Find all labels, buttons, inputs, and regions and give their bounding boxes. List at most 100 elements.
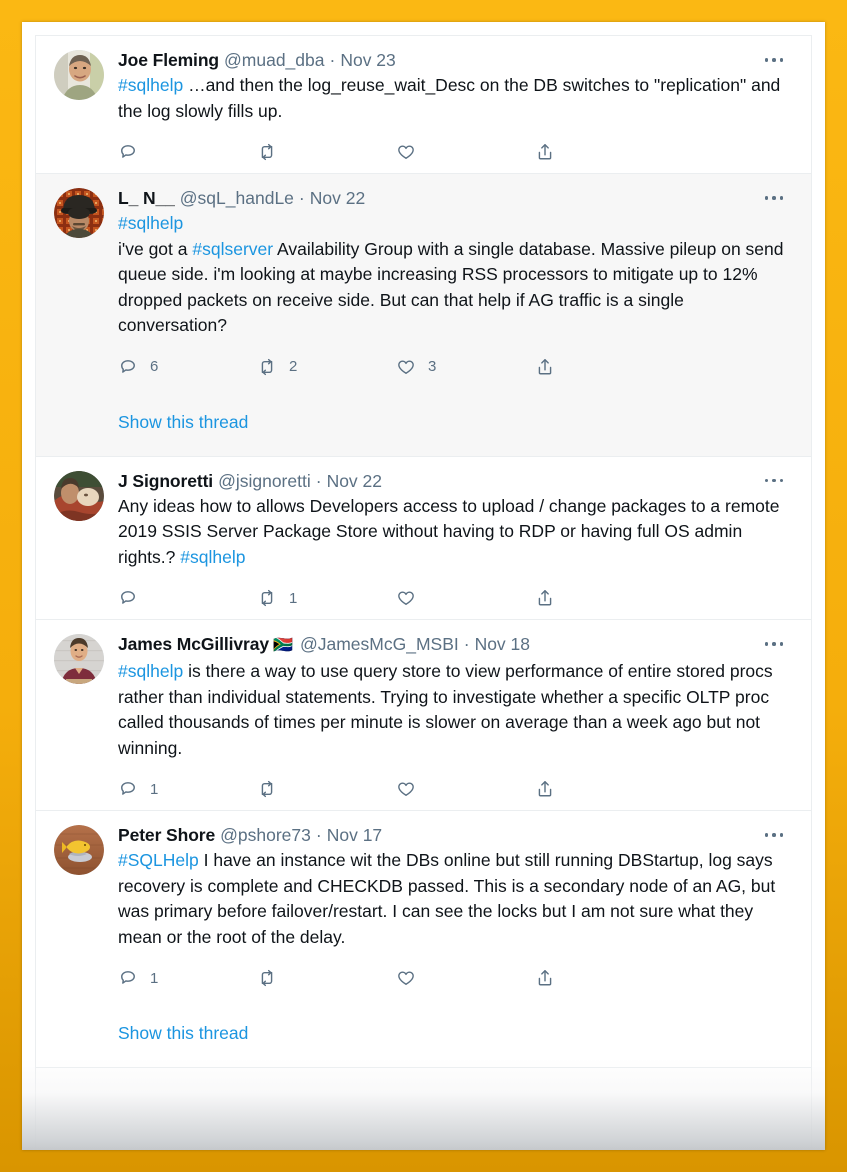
more-options-icon[interactable] — [759, 188, 789, 208]
tweet-text: Any ideas how to allows Developers acces… — [118, 494, 789, 571]
show-this-thread-link[interactable]: Show this thread — [36, 999, 811, 1068]
user-handle[interactable]: @pshore73 — [215, 823, 311, 847]
retweet-action[interactable]: 1 — [257, 588, 396, 608]
display-name[interactable]: J Signoretti — [118, 469, 213, 493]
share-icon — [535, 968, 555, 988]
display-name[interactable]: Joe Fleming — [118, 48, 219, 72]
retweet-action[interactable] — [257, 142, 396, 162]
reply-count: 1 — [150, 971, 158, 986]
tweet-body: L_ N__ @sqL_handLe · Nov 22 #sqlhelp i've… — [118, 186, 795, 384]
reply-action[interactable]: 6 — [118, 357, 257, 377]
tweet-actions: 1 — [118, 772, 674, 806]
tweet-text-run: i've got a — [118, 239, 192, 259]
avatar-james-mcgillivray[interactable] — [54, 634, 104, 684]
hashtag-link[interactable]: #sqlhelp — [118, 213, 183, 233]
tweet-actions: 1 — [118, 581, 674, 615]
display-name[interactable]: Peter Shore — [118, 823, 215, 847]
reply-action[interactable] — [118, 588, 257, 608]
avatar-l-n[interactable] — [54, 188, 104, 238]
tweet-body: James McGillivray 🇿🇦 @JamesMcG_MSBI · No… — [118, 632, 795, 806]
more-dot — [772, 58, 776, 62]
avatar-joe-fleming[interactable] — [54, 50, 104, 100]
retweet-icon — [257, 968, 277, 988]
share-action[interactable] — [535, 357, 674, 377]
tweet-text-run: …and then the log_reuse_wait_Desc on the… — [118, 75, 780, 121]
more-dot — [765, 642, 769, 646]
more-options-icon[interactable] — [759, 50, 789, 70]
reply-action[interactable]: 1 — [118, 968, 257, 988]
tweet-text-run: is there a way to use query store to vie… — [118, 661, 773, 758]
like-action[interactable] — [396, 588, 535, 608]
header-separator: · — [325, 48, 341, 72]
like-action[interactable] — [396, 968, 535, 988]
tweet-date[interactable]: Nov 17 — [327, 823, 382, 847]
tweet-tweet-joe-fleming[interactable]: Joe Fleming @muad_dba · Nov 23 #sqlhelp … — [36, 36, 811, 174]
share-action[interactable] — [535, 968, 674, 988]
user-handle[interactable]: @jsignoretti — [213, 469, 311, 493]
hashtag-link[interactable]: #sqlserver — [192, 239, 273, 259]
like-action[interactable] — [396, 779, 535, 799]
more-dot — [765, 196, 769, 200]
header-separator: · — [311, 823, 327, 847]
like-action[interactable]: 3 — [396, 357, 535, 377]
tweet-header: L_ N__ @sqL_handLe · Nov 22 — [118, 186, 789, 210]
more-options-icon[interactable] — [759, 634, 789, 654]
reply-icon — [118, 968, 138, 988]
tweet-actions: 1 — [118, 961, 674, 995]
retweet-icon — [257, 588, 277, 608]
tweet-date[interactable]: Nov 23 — [340, 48, 395, 72]
avatar-peter-shore[interactable] — [54, 825, 104, 875]
reply-icon — [118, 357, 138, 377]
tweet-tweet-james-mcgillivray[interactable]: James McGillivray 🇿🇦 @JamesMcG_MSBI · No… — [36, 620, 811, 811]
share-icon — [535, 142, 555, 162]
retweet-icon — [257, 779, 277, 799]
user-handle[interactable]: @JamesMcG_MSBI — [295, 632, 459, 656]
more-dot — [765, 833, 769, 837]
retweet-action[interactable] — [257, 968, 396, 988]
more-dot — [765, 479, 769, 483]
like-action[interactable] — [396, 142, 535, 162]
hashtag-link[interactable]: #sqlhelp — [118, 75, 183, 95]
tweet-tweet-l-n[interactable]: L_ N__ @sqL_handLe · Nov 22 #sqlhelp i've… — [36, 174, 811, 388]
more-dot — [780, 58, 784, 62]
tweet-date[interactable]: Nov 18 — [475, 632, 530, 656]
avatar-j-signoretti[interactable] — [54, 471, 104, 521]
more-dot — [780, 196, 784, 200]
tweet-tweet-peter-shore[interactable]: Peter Shore @pshore73 · Nov 17 #SQLHelp … — [36, 811, 811, 999]
more-dot — [780, 642, 784, 646]
gold-frame: Joe Fleming @muad_dba · Nov 23 #sqlhelp … — [0, 0, 847, 1172]
tweet-date[interactable]: Nov 22 — [327, 469, 382, 493]
like-icon — [396, 588, 416, 608]
hashtag-link[interactable]: #SQLHelp — [118, 850, 199, 870]
reply-count: 6 — [150, 359, 158, 374]
retweet-action[interactable]: 2 — [257, 357, 396, 377]
user-handle[interactable]: @sqL_handLe — [175, 186, 294, 210]
display-name[interactable]: James McGillivray — [118, 632, 269, 656]
show-this-thread-link[interactable]: Show this thread — [36, 388, 811, 457]
avatar-column — [54, 186, 118, 384]
share-action[interactable] — [535, 779, 674, 799]
avatar-column — [54, 469, 118, 616]
retweet-action[interactable] — [257, 779, 396, 799]
like-icon — [396, 357, 416, 377]
reply-action[interactable] — [118, 142, 257, 162]
share-action[interactable] — [535, 588, 674, 608]
reply-action[interactable]: 1 — [118, 779, 257, 799]
reply-icon — [118, 142, 138, 162]
share-icon — [535, 357, 555, 377]
more-dot — [780, 833, 784, 837]
hashtag-link[interactable]: #sqlhelp — [118, 661, 183, 681]
retweet-count: 1 — [289, 591, 297, 606]
tweet-date[interactable]: Nov 22 — [310, 186, 365, 210]
display-name[interactable]: L_ N__ — [118, 186, 175, 210]
reply-count: 1 — [150, 782, 158, 797]
more-options-icon[interactable] — [759, 825, 789, 845]
tweet-body: J Signoretti @jsignoretti · Nov 22 Any i… — [118, 469, 795, 616]
tweet-tweet-j-signoretti[interactable]: J Signoretti @jsignoretti · Nov 22 Any i… — [36, 457, 811, 621]
hashtag-link[interactable]: #sqlhelp — [180, 547, 245, 567]
reply-icon — [118, 588, 138, 608]
more-options-icon[interactable] — [759, 471, 789, 491]
user-handle[interactable]: @muad_dba — [219, 48, 324, 72]
share-action[interactable] — [535, 142, 674, 162]
share-icon — [535, 588, 555, 608]
